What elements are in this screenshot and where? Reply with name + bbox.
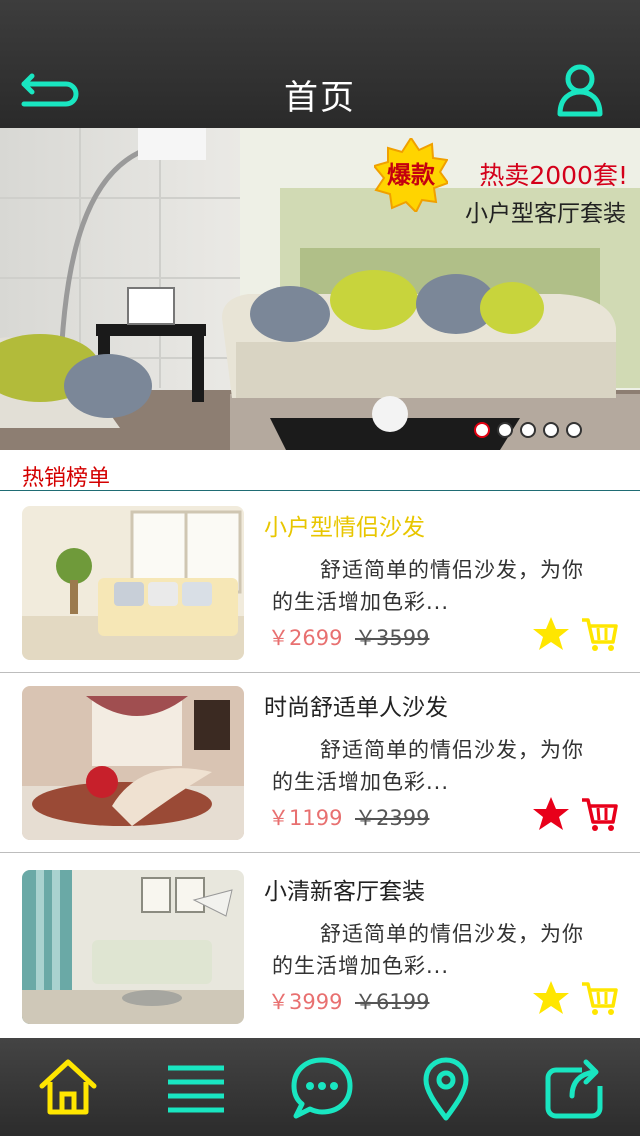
product-original-price: ￥2399 bbox=[355, 806, 430, 830]
product-thumbnail[interactable] bbox=[22, 870, 244, 1024]
carousel-dot[interactable] bbox=[520, 422, 536, 438]
home-icon bbox=[39, 1059, 97, 1115]
product-name[interactable]: 小户型情侣沙发 bbox=[264, 508, 425, 542]
cart-icon[interactable] bbox=[580, 796, 618, 832]
promo-banner[interactable]: 爆款 热卖2000套! 小户型客厅套装 bbox=[0, 128, 640, 450]
banner-subline: 小户型客厅套装 bbox=[465, 201, 626, 227]
product-price: ￥1199 bbox=[268, 806, 343, 830]
product-thumbnail[interactable] bbox=[22, 686, 244, 840]
banner-headline: 热卖2000套! bbox=[479, 161, 628, 190]
list-divider bbox=[0, 852, 640, 853]
star-icon[interactable] bbox=[532, 796, 570, 832]
product-description: 舒适简单的情侣沙发，为你的生活增加色彩... bbox=[272, 922, 584, 978]
product-name[interactable]: 时尚舒适单人沙发 bbox=[264, 688, 448, 722]
tab-home[interactable] bbox=[36, 1052, 100, 1122]
product-original-price: ￥3599 bbox=[355, 626, 430, 650]
carousel-indicator[interactable] bbox=[474, 422, 582, 438]
carousel-dot[interactable] bbox=[566, 422, 582, 438]
product-description: 舒适简单的情侣沙发，为你的生活增加色彩... bbox=[272, 558, 584, 614]
cart-icon[interactable] bbox=[580, 980, 618, 1016]
tab-location[interactable] bbox=[414, 1052, 478, 1122]
tab-menu[interactable] bbox=[164, 1052, 228, 1122]
hot-badge-label: 爆款 bbox=[387, 161, 435, 189]
product-item[interactable]: 小户型情侣沙发 舒适简单的情侣沙发，为你的生活增加色彩... ￥2699 ￥35… bbox=[0, 492, 640, 672]
carousel-dot[interactable] bbox=[474, 422, 490, 438]
product-price: ￥3999 bbox=[268, 990, 343, 1014]
chat-icon bbox=[291, 1057, 353, 1119]
tab-chat[interactable] bbox=[290, 1052, 354, 1122]
top-bar: 首页 bbox=[0, 0, 640, 128]
product-item[interactable]: 时尚舒适单人沙发 舒适简单的情侣沙发，为你的生活增加色彩... ￥1199 ￥2… bbox=[0, 672, 640, 852]
product-price: ￥2699 bbox=[268, 626, 343, 650]
menu-icon bbox=[168, 1065, 224, 1113]
location-icon bbox=[423, 1057, 469, 1121]
section-title: 热销榜单 bbox=[22, 466, 111, 491]
product-item[interactable]: 小清新客厅套装 舒适简单的情侣沙发，为你的生活增加色彩... ￥3999 ￥61… bbox=[0, 856, 640, 1036]
product-description: 舒适简单的情侣沙发，为你的生活增加色彩... bbox=[272, 738, 584, 794]
bottom-tab-bar bbox=[0, 1038, 640, 1136]
user-icon bbox=[557, 64, 603, 117]
page-title: 首页 bbox=[284, 78, 356, 118]
carousel-dot[interactable] bbox=[543, 422, 559, 438]
product-thumbnail[interactable] bbox=[22, 506, 244, 660]
section-divider bbox=[0, 490, 640, 491]
share-icon bbox=[545, 1059, 603, 1119]
star-icon[interactable] bbox=[532, 616, 570, 652]
tab-share[interactable] bbox=[542, 1052, 606, 1122]
user-button[interactable] bbox=[556, 64, 604, 118]
cart-icon[interactable] bbox=[580, 616, 618, 652]
star-icon[interactable] bbox=[532, 980, 570, 1016]
product-original-price: ￥6199 bbox=[355, 990, 430, 1014]
product-name[interactable]: 小清新客厅套装 bbox=[264, 872, 425, 906]
carousel-dot[interactable] bbox=[497, 422, 513, 438]
